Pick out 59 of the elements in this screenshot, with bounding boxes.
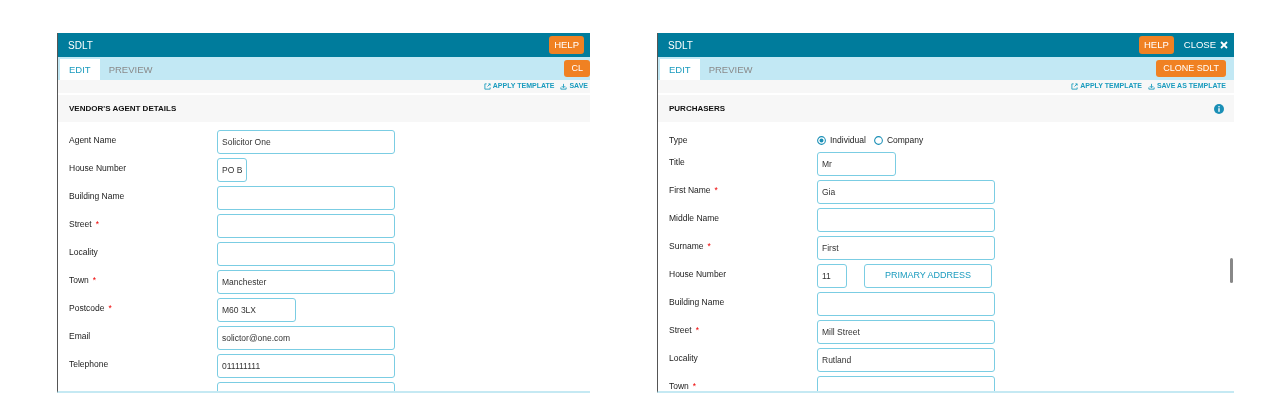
field-label: Email xyxy=(69,331,91,341)
input-field[interactable] xyxy=(217,214,395,238)
required-asterisk: * xyxy=(92,275,97,285)
field-label: Town xyxy=(669,381,689,391)
field-label: Locality xyxy=(669,353,698,363)
field-label: House Number xyxy=(669,269,727,279)
radio-button[interactable] xyxy=(873,135,883,145)
input-field[interactable] xyxy=(817,292,995,316)
field-label: Street xyxy=(69,219,92,229)
input-field[interactable]: PO B xyxy=(217,158,247,182)
input-field[interactable]: First xyxy=(817,236,995,260)
input-field[interactable]: Manchester xyxy=(217,270,395,294)
info-icon[interactable] xyxy=(1214,103,1224,114)
external-link-icon xyxy=(1071,83,1079,90)
input-field[interactable] xyxy=(817,208,995,232)
required-asterisk: * xyxy=(95,219,99,229)
field-label: Type xyxy=(669,135,688,145)
field-label: Agent Name xyxy=(69,135,117,145)
required-asterisk: * xyxy=(714,185,718,195)
input-field[interactable]: solictor@one.com xyxy=(217,326,395,350)
input-field[interactable] xyxy=(217,186,395,210)
input-field[interactable]: 11 xyxy=(817,264,847,288)
field-label: Telephone xyxy=(69,359,109,369)
input-field[interactable]: Gia xyxy=(817,180,995,204)
field-label: House Number xyxy=(69,163,127,173)
field-label: Postcode xyxy=(69,303,105,313)
field-label: First Name xyxy=(669,185,711,195)
input-field[interactable]: Mill Street xyxy=(817,320,995,344)
input-field[interactable]: 011111111 xyxy=(217,354,395,378)
scrollbar-thumb[interactable] xyxy=(1230,258,1233,283)
panel-title: SDLT xyxy=(68,38,93,53)
field-label: Building Name xyxy=(669,297,725,307)
input-field[interactable]: Mr xyxy=(817,152,896,176)
required-asterisk: * xyxy=(695,325,699,335)
input-field[interactable]: Solicitor One xyxy=(217,130,395,154)
download-icon xyxy=(560,83,568,90)
field-label: Street xyxy=(669,325,692,335)
section-title: PURCHASERS xyxy=(669,102,725,115)
field-label: Building Name xyxy=(69,191,125,201)
required-asterisk: * xyxy=(707,241,711,251)
radio-option[interactable]: Company xyxy=(873,130,924,147)
radio-button[interactable] xyxy=(817,135,826,145)
field-label: Locality xyxy=(69,247,98,257)
input-field[interactable]: M60 3LX xyxy=(217,298,296,322)
download-icon xyxy=(1147,83,1155,90)
field-label: Surname xyxy=(669,241,704,251)
external-link-icon xyxy=(483,83,491,90)
field-label: Middle Name xyxy=(669,213,720,223)
panel-title: SDLT xyxy=(668,38,693,53)
section-title: VENDOR'S AGENT DETAILS xyxy=(69,102,177,115)
input-field[interactable]: Rutland xyxy=(817,348,995,372)
field-label: Title xyxy=(669,157,685,167)
required-asterisk: * xyxy=(108,303,112,313)
radio-option[interactable]: Individual xyxy=(817,130,866,147)
field-label: Town xyxy=(69,275,89,285)
close-icon xyxy=(1220,41,1228,49)
required-asterisk: * xyxy=(692,381,697,391)
close-button[interactable]: CLOSE xyxy=(1183,37,1228,53)
input-field[interactable] xyxy=(217,242,395,266)
